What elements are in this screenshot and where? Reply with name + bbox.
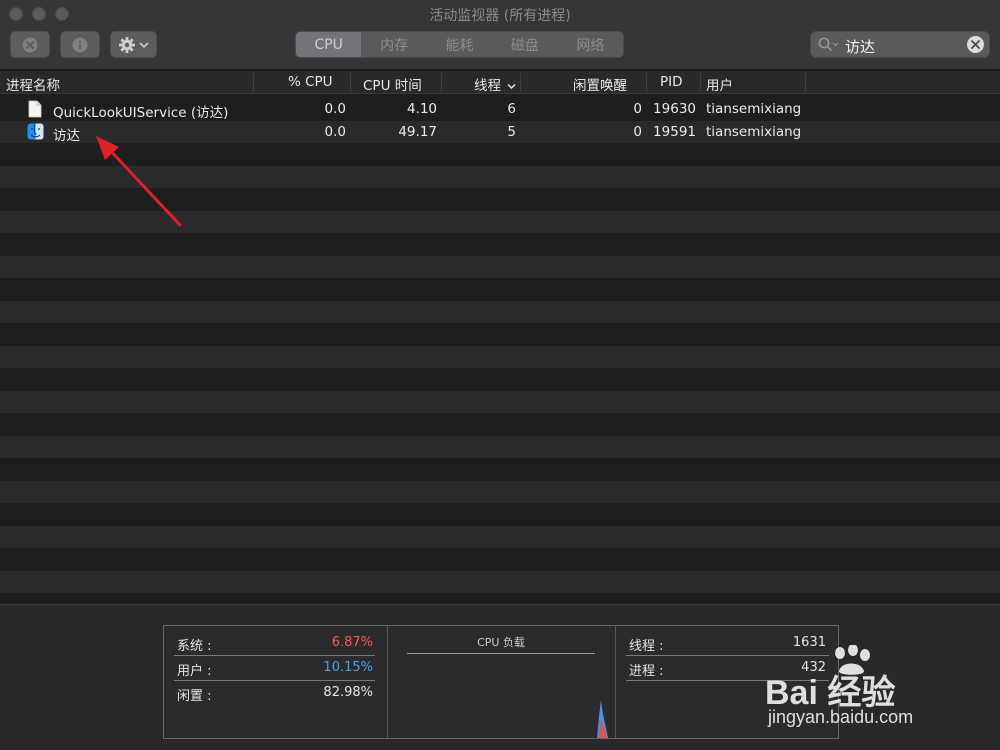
processes-label: 进程 : bbox=[629, 664, 664, 679]
tab-disk[interactable]: 磁盘 bbox=[492, 32, 557, 57]
quit-process-button[interactable] bbox=[10, 31, 50, 58]
watermark-url: jingyan.baidu.com bbox=[768, 707, 914, 727]
close-icon bbox=[971, 40, 980, 49]
pid: 19591 bbox=[653, 123, 696, 140]
divider bbox=[174, 655, 375, 656]
column-user[interactable]: 用户 bbox=[706, 74, 733, 94]
empty-row-stripe bbox=[0, 345, 1000, 368]
pid: 19630 bbox=[653, 101, 696, 117]
search-icon bbox=[818, 37, 839, 51]
column-divider bbox=[520, 73, 521, 92]
empty-row-stripe bbox=[0, 210, 1000, 233]
idle-label: 闲置 : bbox=[177, 689, 212, 704]
system-label: 系统 : bbox=[177, 639, 212, 654]
column-divider bbox=[646, 73, 647, 92]
column-threads-label: 线程 bbox=[474, 78, 501, 94]
idle-wakeups: 0 bbox=[633, 101, 642, 117]
table-row[interactable]: QuickLookUIService (访达) 0.0 4.10 6 0 196… bbox=[0, 98, 1000, 121]
finder-icon bbox=[27, 123, 44, 139]
action-menu-button[interactable] bbox=[110, 31, 157, 58]
baidu-watermark: Bai 经验 jingyan.baidu.com bbox=[765, 645, 955, 735]
info-icon bbox=[72, 37, 88, 52]
cpu-load-title: CPU 负载 bbox=[477, 636, 525, 649]
cpu-summary-panel: 系统 : 6.87% 用户 : 10.15% 闲置 : 82.98% CPU 负… bbox=[163, 625, 839, 739]
window-toolbar: 活动监视器 (所有进程) CPU 内存 能耗 磁盘 网络 访达 bbox=[0, 0, 1000, 70]
stop-icon bbox=[22, 37, 38, 52]
column-divider bbox=[805, 73, 806, 92]
column-process-name[interactable]: 进程名称 bbox=[6, 74, 60, 94]
window-title: 活动监视器 (所有进程) bbox=[429, 8, 571, 24]
empty-row-stripe bbox=[0, 570, 1000, 593]
divider bbox=[174, 680, 375, 681]
view-tabs: CPU 内存 能耗 磁盘 网络 bbox=[295, 31, 624, 58]
empty-row-stripe bbox=[0, 525, 1000, 548]
empty-row-stripe bbox=[0, 255, 1000, 278]
column-divider bbox=[441, 73, 442, 92]
tab-network[interactable]: 网络 bbox=[558, 32, 623, 57]
process-table-header: 进程名称 % CPU CPU 时间 线程 闲置唤醒 PID 用户 bbox=[0, 71, 1000, 94]
process-table: QuickLookUIService (访达) 0.0 4.10 6 0 196… bbox=[0, 98, 1000, 604]
empty-row-stripe bbox=[0, 435, 1000, 458]
column-cpu-percent[interactable]: % CPU bbox=[288, 74, 333, 90]
threads-label: 线程 : bbox=[629, 639, 664, 654]
panel-divider bbox=[615, 626, 616, 738]
idle-value: 82.98% bbox=[323, 685, 373, 700]
user: tiansemixiang bbox=[706, 101, 802, 117]
document-icon bbox=[28, 100, 42, 118]
sort-descending-icon bbox=[507, 83, 516, 90]
cpu-percent: 0.0 bbox=[324, 101, 346, 117]
threads: 5 bbox=[507, 123, 516, 140]
column-divider bbox=[253, 73, 254, 92]
column-pid[interactable]: PID bbox=[660, 74, 683, 90]
system-value: 6.87% bbox=[331, 635, 373, 650]
empty-row-stripe bbox=[0, 165, 1000, 188]
column-cpu-time[interactable]: CPU 时间 bbox=[363, 74, 422, 94]
empty-row-stripe bbox=[0, 480, 1000, 503]
empty-row-stripe bbox=[0, 300, 1000, 323]
clear-search-button[interactable] bbox=[967, 36, 984, 53]
inspect-process-button[interactable] bbox=[60, 31, 100, 58]
gear-icon bbox=[119, 36, 135, 53]
cpu-percent: 0.0 bbox=[324, 123, 346, 140]
column-divider bbox=[350, 73, 351, 92]
cpu-time: 4.10 bbox=[406, 101, 437, 117]
search-field[interactable]: 访达 bbox=[810, 31, 990, 58]
idle-wakeups: 0 bbox=[633, 123, 642, 140]
process-name: 访达 bbox=[53, 127, 80, 144]
cpu-time: 49.17 bbox=[398, 123, 437, 140]
tab-energy[interactable]: 能耗 bbox=[427, 32, 492, 57]
column-threads[interactable]: 线程 bbox=[474, 74, 516, 94]
cpu-load-baseline bbox=[407, 653, 595, 654]
cpu-load-graph bbox=[597, 700, 608, 738]
threads: 6 bbox=[507, 101, 516, 117]
search-input[interactable]: 访达 bbox=[845, 36, 875, 57]
column-idle-wakeups[interactable]: 闲置唤醒 bbox=[573, 74, 627, 94]
empty-row-stripe bbox=[0, 390, 1000, 413]
user: tiansemixiang bbox=[706, 123, 802, 140]
table-row[interactable]: 访达 0.0 49.17 5 0 19591 tiansemixiang bbox=[0, 120, 1000, 144]
process-name: QuickLookUIService (访达) bbox=[53, 105, 229, 121]
chevron-down-icon bbox=[139, 41, 149, 48]
tab-memory[interactable]: 内存 bbox=[361, 32, 426, 57]
user-value: 10.15% bbox=[323, 660, 373, 675]
tab-cpu[interactable]: CPU bbox=[296, 32, 362, 57]
column-divider bbox=[700, 73, 701, 92]
user-label: 用户 : bbox=[177, 664, 212, 679]
